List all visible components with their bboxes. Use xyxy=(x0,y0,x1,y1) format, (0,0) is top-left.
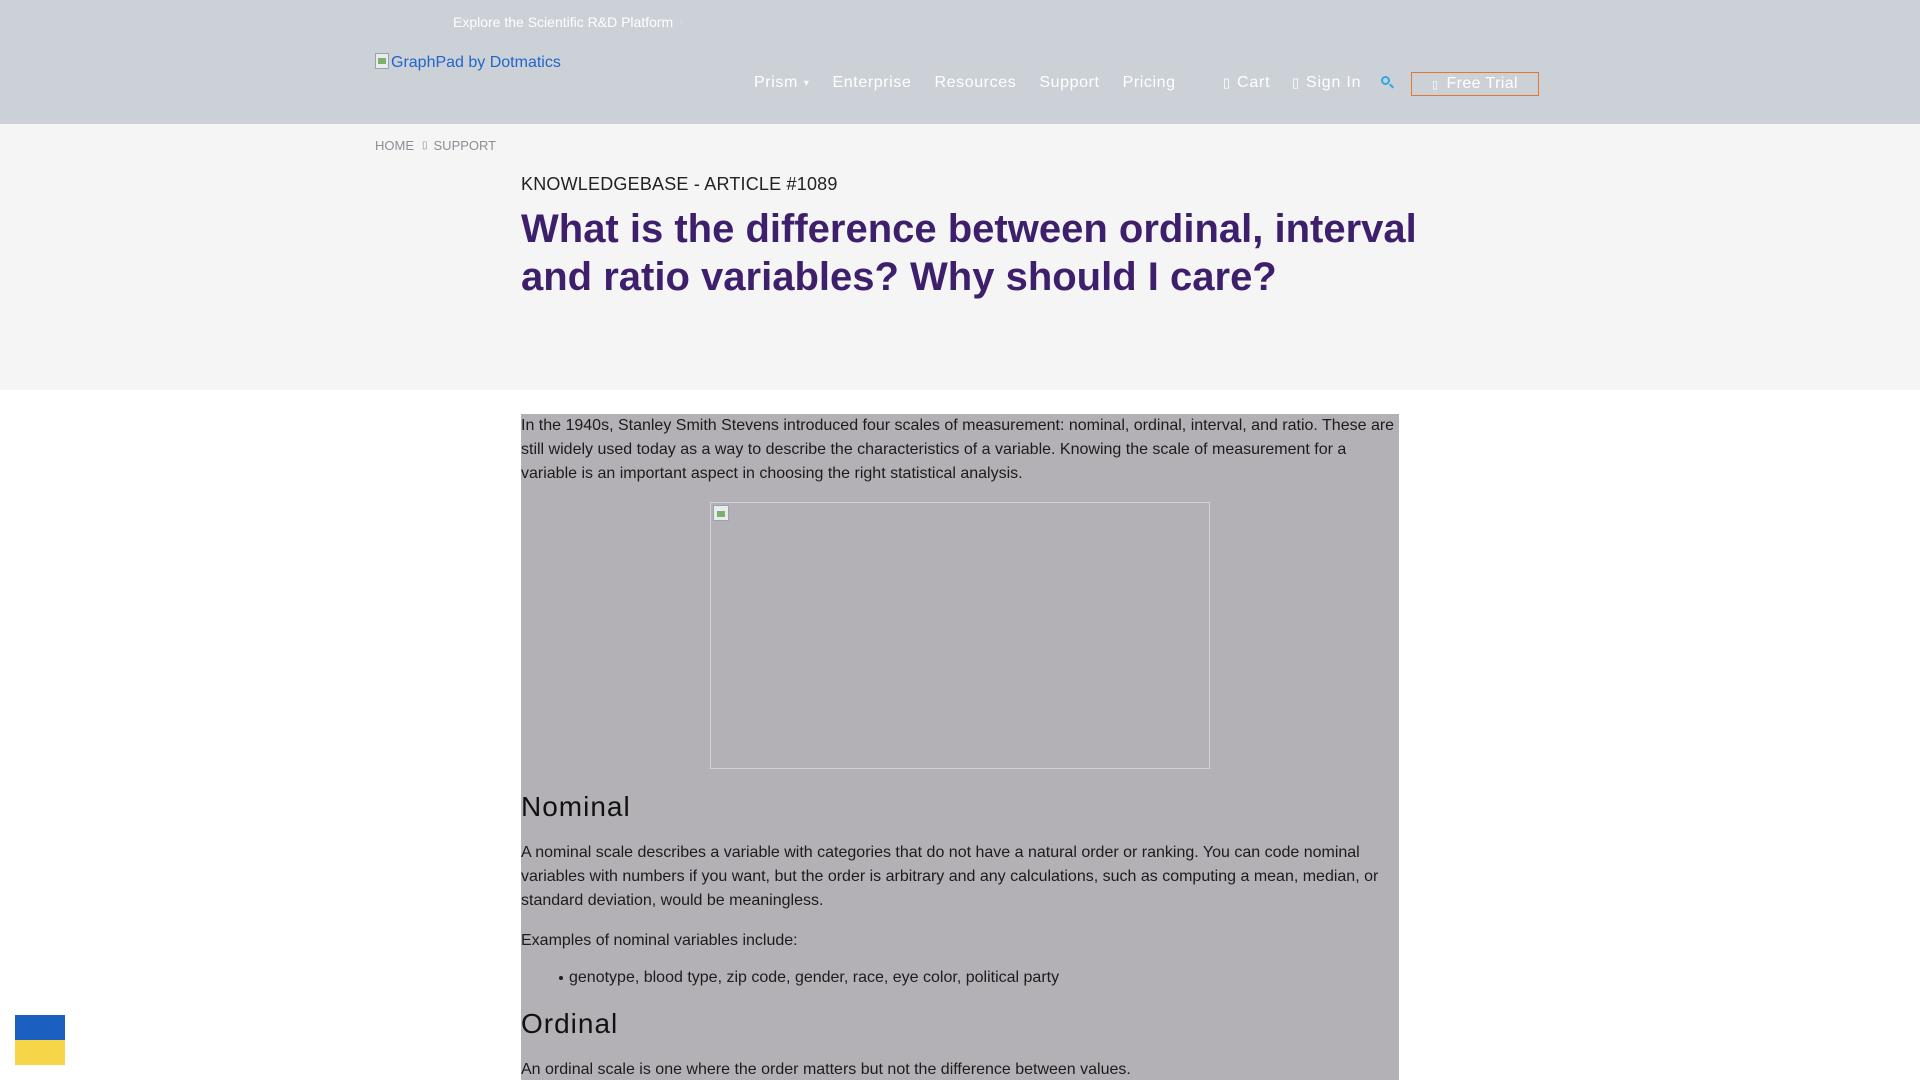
nav-item-pricing[interactable]: Pricing xyxy=(1123,74,1176,92)
flag-yellow-stripe xyxy=(15,1040,65,1065)
explore-platform-label: Explore the Scientific R&D Platform xyxy=(453,14,674,30)
flag-blue-stripe xyxy=(15,1015,65,1040)
article-body: In the 1940s, Stanley Smith Stevens intr… xyxy=(521,414,1399,1080)
chevron-right-icon: ▯ xyxy=(422,140,428,151)
nominal-examples-list: genotype, blood type, zip code, gender, … xyxy=(559,969,1059,987)
free-trial-label: Free Trial xyxy=(1446,75,1519,92)
nominal-paragraph: A nominal scale describes a variable wit… xyxy=(521,844,1379,909)
graphpad-logo[interactable]: GraphPad by Dotmatics xyxy=(375,53,561,72)
cart-label: Cart xyxy=(1236,74,1271,91)
knowledgebase-label: KNOWLEDGEBASE - ARTICLE #1089 xyxy=(521,174,838,194)
cart-icon: ▯ xyxy=(1223,75,1231,90)
broken-image-icon xyxy=(713,505,729,521)
nav-item-resources[interactable]: Resources xyxy=(934,74,1016,92)
intro-paragraph: In the 1940s, Stanley Smith Stevens intr… xyxy=(521,417,1395,482)
sign-in-link[interactable]: ▯ Sign In xyxy=(1292,74,1361,92)
cart-link[interactable]: ▯ Cart xyxy=(1223,74,1270,92)
bullet-icon xyxy=(559,976,563,980)
nav-label-pricing: Pricing xyxy=(1122,74,1176,91)
breadcrumb-support[interactable]: SUPPORT xyxy=(434,138,497,153)
ukraine-flag-badge[interactable] xyxy=(15,1015,65,1065)
list-item: genotype, blood type, zip code, gender, … xyxy=(559,969,1059,987)
chevron-down-icon: ▾ xyxy=(803,77,810,89)
logo-alt-text: GraphPad by Dotmatics xyxy=(391,54,561,71)
main-nav: Prism ▾ Enterprise Resources Support Pri… xyxy=(754,74,1199,92)
site-header: GraphPad by Dotmatics Prism ▾ Enterprise… xyxy=(0,44,1920,124)
search-icon[interactable] xyxy=(1381,76,1395,90)
nav-label-prism: Prism xyxy=(754,74,798,91)
broken-image-icon xyxy=(375,53,389,69)
ordinal-paragraph: An ordinal scale is one where the order … xyxy=(521,1061,1131,1078)
chevron-right-icon: › xyxy=(679,16,683,28)
article-image xyxy=(710,502,1210,769)
nav-label-enterprise: Enterprise xyxy=(832,74,912,91)
download-icon: ▯ xyxy=(1431,78,1439,91)
explore-platform-link[interactable]: Explore the Scientific R&D Platform › xyxy=(453,14,683,30)
user-icon: ▯ xyxy=(1292,75,1300,90)
sign-in-label: Sign In xyxy=(1305,74,1362,91)
nav-item-support[interactable]: Support xyxy=(1039,74,1099,92)
nav-item-enterprise[interactable]: Enterprise xyxy=(833,74,912,92)
list-item-text: genotype, blood type, zip code, gender, … xyxy=(569,969,1060,986)
breadcrumb: HOME ▯ SUPPORT xyxy=(375,138,496,153)
page-title: What is the difference between ordinal, … xyxy=(521,207,1417,299)
heading-nominal: Nominal xyxy=(521,791,631,822)
article-hero: HOME ▯ SUPPORT KNOWLEDGEBASE - ARTICLE #… xyxy=(0,124,1920,390)
free-trial-button[interactable]: ▯ Free Trial xyxy=(1411,72,1539,96)
heading-ordinal: Ordinal xyxy=(521,1008,619,1039)
nav-label-resources: Resources xyxy=(934,74,1017,91)
nav-item-prism[interactable]: Prism ▾ xyxy=(754,74,810,92)
nominal-examples-intro: Examples of nominal variables include: xyxy=(521,932,798,949)
top-announcement-bar: Explore the Scientific R&D Platform › xyxy=(0,0,1920,44)
breadcrumb-home[interactable]: HOME xyxy=(375,138,414,153)
nav-label-support: Support xyxy=(1039,74,1100,91)
